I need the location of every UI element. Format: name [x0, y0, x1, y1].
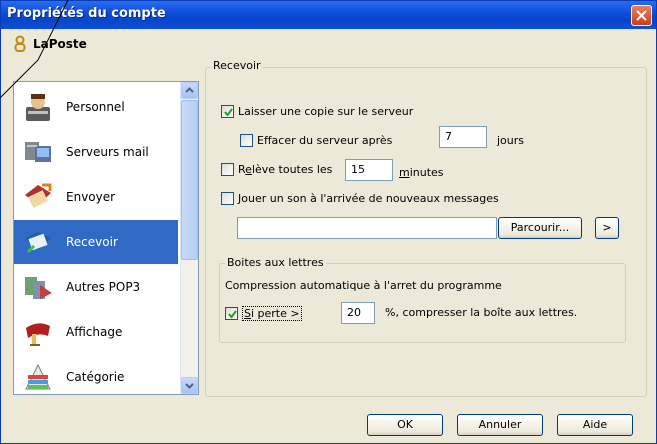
scroll-thumb[interactable]	[181, 100, 198, 260]
compress-suffix-label: %, compresser la boîte aux lettres.	[385, 306, 578, 319]
title-bar[interactable]: Propriétés du compte	[1, 1, 656, 29]
sidebar-item-affichage[interactable]: Affichage	[14, 310, 178, 354]
checkmark-icon	[224, 107, 233, 117]
category-list-scrollbar[interactable]	[180, 82, 198, 394]
play-sound-checkbox[interactable]	[221, 191, 234, 205]
auto-compression-description: Compression automatique à l'arret du pro…	[225, 279, 502, 292]
help-button[interactable]: Aide	[557, 414, 633, 436]
chevron-down-icon	[185, 383, 194, 389]
sidebar-item-autres-pop3[interactable]: Autres POP3	[14, 265, 178, 309]
delete-after-checkbox[interactable]	[240, 133, 253, 147]
if-loss-option[interactable]: Si perte >	[225, 304, 302, 322]
mailboxes-groupbox	[219, 263, 626, 343]
mailboxes-groupbox-legend: Boites aux lettres	[225, 256, 326, 269]
sidebar-item-envoyer[interactable]: Envoyer	[14, 175, 178, 219]
sidebar-item-categorie[interactable]: Catégorie	[14, 355, 178, 394]
if-loss-label: Si perte >	[242, 305, 302, 321]
sidebar-item-label: Catégorie	[66, 370, 125, 384]
check-every-option[interactable]: Relève toutes les	[221, 160, 332, 178]
sidebar-item-recevoir[interactable]: Recevoir	[14, 220, 178, 264]
play-sound-option[interactable]: Jouer un son à l'arrivée de nouveaux mes…	[221, 189, 499, 207]
receive-groupbox-legend: Recevoir	[211, 59, 263, 72]
category-icon	[25, 363, 51, 390]
mail-servers-icon	[25, 142, 51, 162]
check-every-unit: minutes	[399, 166, 444, 179]
keep-copy-checkbox[interactable]	[221, 104, 234, 118]
receive-icon	[25, 232, 51, 254]
checkmark-icon	[228, 309, 237, 319]
category-list[interactable]: Personnel Serveurs mail Envoyer Recevoir…	[13, 81, 199, 395]
scroll-up-button[interactable]	[181, 82, 198, 99]
sidebar-item-label: Affichage	[66, 325, 123, 339]
play-sound-button[interactable]: >	[595, 217, 619, 239]
cancel-button[interactable]: Annuler	[457, 414, 543, 436]
sidebar-item-label: Serveurs mail	[66, 145, 149, 159]
check-every-label: Relève toutes les	[238, 162, 333, 176]
delete-after-option[interactable]: Effacer du serveur après	[240, 131, 392, 149]
sidebar-item-label: Autres POP3	[66, 280, 141, 294]
send-icon	[25, 183, 52, 208]
account-properties-dialog: Propriétés du compte LaPoste Personnel S…	[0, 0, 657, 444]
sidebar-item-label: Recevoir	[66, 235, 118, 249]
other-pop3-icon	[25, 277, 52, 299]
sidebar-item-serveurs-mail[interactable]: Serveurs mail	[14, 130, 178, 174]
keep-copy-option[interactable]: Laisser une copie sur le serveur	[221, 102, 413, 120]
delete-after-unit: jours	[497, 134, 525, 147]
if-loss-checkbox[interactable]	[225, 306, 238, 320]
sidebar-item-label: Envoyer	[66, 190, 116, 204]
ok-button[interactable]: OK	[367, 414, 443, 436]
sidebar-item-label: Personnel	[66, 100, 125, 114]
delete-after-label: Effacer du serveur après	[257, 133, 393, 147]
scroll-down-button[interactable]	[181, 377, 198, 394]
chevron-up-icon	[185, 87, 194, 93]
check-every-checkbox[interactable]	[221, 162, 234, 176]
check-every-minutes-input[interactable]: 15	[345, 159, 393, 181]
close-icon	[636, 10, 647, 21]
keep-copy-label: Laisser une copie sur le serveur	[238, 104, 414, 118]
play-sound-label: Jouer un son à l'arrivée de nouveaux mes…	[238, 191, 499, 205]
delete-after-days-input[interactable]: 7	[439, 126, 487, 148]
display-icon	[26, 323, 50, 346]
browse-button[interactable]: Parcourir...	[498, 217, 582, 239]
close-button[interactable]	[631, 5, 652, 26]
sound-file-input[interactable]	[237, 217, 497, 239]
stray-line	[0, 0, 69, 99]
loss-percent-input[interactable]: 20	[341, 302, 375, 324]
